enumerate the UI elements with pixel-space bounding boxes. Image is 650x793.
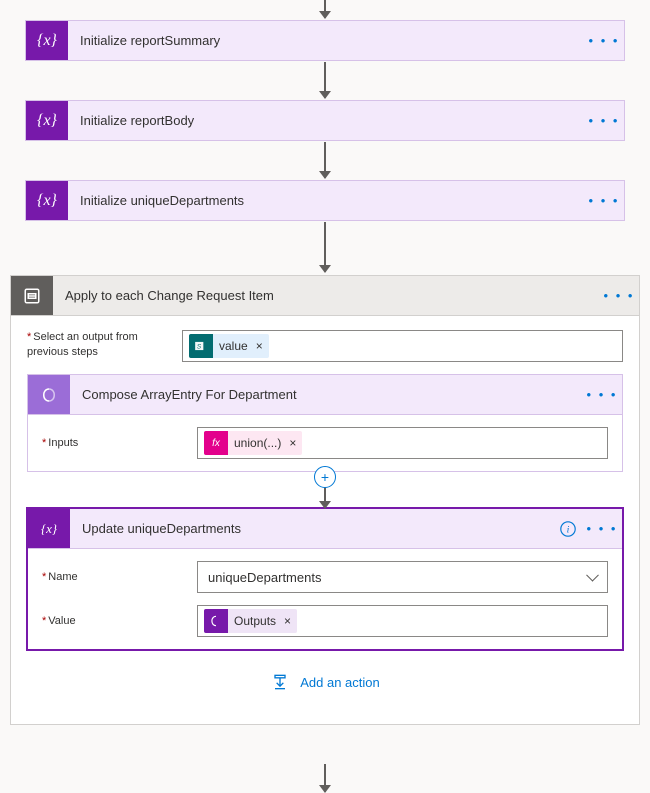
token-union[interactable]: fx union(...) × [204, 431, 302, 455]
action-initialize-uniquedepartments[interactable]: {x} Initialize uniqueDepartments • • • [25, 180, 625, 221]
variable-icon: {x} [26, 21, 68, 60]
add-action-button[interactable]: Add an action [27, 650, 623, 710]
select-output-input[interactable]: S value × [182, 330, 623, 362]
select-output-label: Select an output from previous steps [27, 330, 182, 361]
variable-value-input[interactable]: Outputs × [197, 605, 608, 637]
action-title: Initialize reportBody [68, 101, 584, 140]
add-action-label: Add an action [300, 675, 380, 690]
insert-step-button[interactable]: + [314, 466, 336, 488]
token-text: value [213, 339, 254, 353]
action-title: Initialize reportSummary [68, 21, 584, 60]
sharepoint-icon: S [189, 334, 213, 358]
foreach-icon [11, 276, 53, 315]
action-title: Update uniqueDepartments [70, 509, 554, 548]
info-button[interactable]: i [554, 509, 582, 548]
token-remove-button[interactable]: × [287, 436, 302, 450]
token-text: union(...) [228, 436, 287, 450]
compose-icon [204, 609, 228, 633]
compose-inputs-field[interactable]: fx union(...) × [197, 427, 608, 459]
svg-text:S: S [197, 343, 202, 350]
variable-name-select[interactable]: uniqueDepartments [197, 561, 608, 593]
action-initialize-reportbody[interactable]: {x} Initialize reportBody • • • [25, 100, 625, 141]
action-compose-arrayentry[interactable]: Compose ArrayEntry For Department • • • … [27, 374, 623, 472]
insert-step-arrow: + [27, 472, 623, 508]
action-menu-button[interactable]: • • • [582, 375, 622, 414]
svg-text:i: i [567, 524, 570, 535]
container-title: Apply to each Change Request Item [53, 276, 599, 315]
compose-icon [28, 375, 70, 414]
action-menu-button[interactable]: • • • [582, 509, 622, 548]
action-title: Initialize uniqueDepartments [68, 181, 584, 220]
container-menu-button[interactable]: • • • [599, 276, 639, 315]
token-value[interactable]: S value × [189, 334, 269, 358]
name-label: Name [42, 571, 197, 583]
container-header[interactable]: Apply to each Change Request Item • • • [11, 276, 639, 316]
token-outputs[interactable]: Outputs × [204, 609, 297, 633]
variable-icon: {x} [26, 181, 68, 220]
action-menu-button[interactable]: • • • [584, 181, 624, 220]
action-menu-button[interactable]: • • • [584, 101, 624, 140]
value-label: Value [42, 615, 197, 627]
variable-icon: {x} [28, 509, 70, 548]
apply-to-each-container: Apply to each Change Request Item • • • … [10, 275, 640, 725]
token-text: Outputs [228, 614, 282, 628]
variable-icon: {x} [26, 101, 68, 140]
inputs-label: Inputs [42, 437, 197, 449]
fx-icon: fx [204, 431, 228, 455]
action-initialize-reportsummary[interactable]: {x} Initialize reportSummary • • • [25, 20, 625, 61]
token-remove-button[interactable]: × [282, 614, 297, 628]
token-remove-button[interactable]: × [254, 339, 269, 353]
action-title: Compose ArrayEntry For Department [70, 375, 582, 414]
action-update-uniquedepartments[interactable]: {x} Update uniqueDepartments i • • • Nam… [27, 508, 623, 650]
action-menu-button[interactable]: • • • [584, 21, 624, 60]
